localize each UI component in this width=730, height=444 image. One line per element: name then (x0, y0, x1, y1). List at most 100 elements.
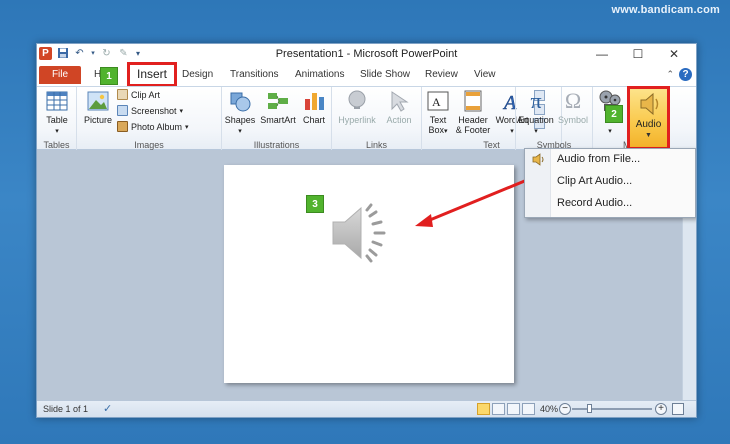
close-button[interactable]: ✕ (656, 44, 692, 65)
ribbon: Table ▾ Tables Picture Clip Art Screensho… (37, 86, 696, 151)
tab-animations[interactable]: Animations (295, 69, 344, 80)
bandicam-watermark: www.bandicam.com (611, 4, 720, 16)
slide-show-view-icon[interactable] (522, 403, 535, 415)
hyperlink-button[interactable]: Hyperlink (334, 89, 380, 125)
action-icon (387, 89, 411, 113)
view-buttons (477, 403, 535, 415)
hyperlink-label: Hyperlink (338, 115, 376, 125)
photo-album-button[interactable]: Photo Album ▾ (117, 121, 189, 132)
annotation-arrow-icon (415, 178, 528, 227)
chart-label: Chart (302, 115, 325, 125)
speaker-small-icon (532, 153, 544, 166)
tab-design[interactable]: Design (182, 69, 213, 80)
shapes-button[interactable]: Shapes ▾ (224, 89, 256, 135)
audio-dropdown-menu: Audio from File... Clip Art Audio... Rec… (524, 148, 696, 218)
photo-album-label: Photo Album (131, 121, 183, 132)
slide-sorter-icon[interactable] (492, 403, 505, 415)
tab-slide-show[interactable]: Slide Show (360, 69, 410, 80)
step-badge-1: 1 (100, 67, 118, 85)
chart-icon (302, 89, 326, 113)
zoom-out-button[interactable]: − (559, 403, 571, 415)
record-audio-item[interactable]: Record Audio... (557, 197, 632, 209)
audio-label: Audio (635, 119, 662, 130)
zoom-in-button[interactable]: + (655, 403, 667, 415)
tab-transitions[interactable]: Transitions (230, 69, 279, 80)
text-box-button[interactable]: A Text Box▾ (424, 89, 452, 135)
help-icon[interactable]: ? (679, 68, 692, 81)
header-footer-label-2: & Footer (455, 125, 491, 135)
group-links: Hyperlink Action Links (332, 87, 422, 151)
step-badge-2: 2 (605, 105, 623, 123)
group-symbols: π Equation ▾ Ω Symbol Symbols (515, 87, 593, 151)
reading-view-icon[interactable] (507, 403, 520, 415)
zoom-slider-thumb[interactable] (587, 404, 592, 413)
smartart-label: SmartArt (260, 115, 296, 125)
window-controls: — ☐ ✕ (584, 44, 692, 65)
slide-counter: Slide 1 of 1 (43, 404, 89, 414)
smartart-button[interactable]: SmartArt (258, 89, 298, 125)
step-badge-3: 3 (306, 195, 324, 213)
zoom-level[interactable]: 40% (540, 404, 558, 414)
group-illustrations: Shapes ▾ SmartArt Chart Illustrations (222, 87, 332, 151)
audio-dropdown-arrow-icon: ▼ (645, 132, 652, 139)
maximize-button[interactable]: ☐ (620, 44, 656, 65)
action-button[interactable]: Action (382, 89, 416, 125)
table-button[interactable]: Table ▾ (43, 89, 71, 135)
group-tables: Table ▾ Tables (37, 87, 77, 151)
photo-album-icon (117, 121, 128, 132)
tab-insert[interactable]: Insert (127, 62, 177, 87)
screenshot-button[interactable]: Screenshot ▾ (117, 105, 183, 116)
table-label: Table (46, 115, 68, 125)
screenshot-label: Screenshot (131, 105, 177, 116)
group-images: Picture Clip Art Screenshot ▾ Photo Album… (77, 87, 222, 151)
pi-icon: π (530, 88, 542, 113)
tab-file[interactable]: File (39, 66, 81, 84)
chart-button[interactable]: Chart (300, 89, 328, 125)
clip-art-icon (117, 89, 128, 100)
symbol-label: Symbol (557, 115, 588, 125)
text-box-label-2: Box (428, 125, 444, 135)
normal-view-icon[interactable] (477, 403, 490, 415)
clip-art-button[interactable]: Clip Art (117, 89, 160, 100)
powerpoint-window: P ↶ ▾ ↻ ✎ ▾ Presentation1 - Microsoft Po… (36, 43, 697, 418)
picture-label: Picture (83, 115, 112, 125)
zoom-slider-track[interactable] (572, 408, 652, 410)
hyperlink-globe-icon (345, 89, 369, 113)
help-area: ⌃ ? (666, 68, 692, 81)
clip-art-label: Clip Art (131, 89, 161, 100)
audio-speaker-icon[interactable] (329, 198, 399, 268)
shapes-icon (228, 89, 252, 113)
minimize-ribbon-icon[interactable]: ⌃ (666, 69, 674, 80)
picture-icon (86, 89, 110, 113)
screenshot-icon (117, 105, 128, 116)
speaker-icon (640, 92, 659, 116)
minimize-button[interactable]: — (584, 44, 620, 65)
group-label-illustrations: Illustrations (253, 140, 300, 150)
tab-view[interactable]: View (474, 69, 496, 80)
shapes-label: Shapes (224, 115, 256, 125)
text-box-label-1: Text (429, 115, 447, 125)
smartart-icon (266, 89, 290, 113)
omega-icon: Ω (564, 88, 582, 113)
text-box-icon: A (426, 89, 450, 113)
clip-art-audio-item[interactable]: Clip Art Audio... (557, 175, 632, 187)
action-label: Action (386, 115, 412, 125)
spell-check-icon[interactable]: ✓ (103, 402, 112, 415)
ribbon-tab-row: File H Insert Design Transitions Animati… (37, 62, 696, 87)
picture-button[interactable]: Picture (81, 89, 115, 125)
group-label-links: Links (365, 140, 387, 150)
equation-label: Equation (518, 115, 554, 125)
svg-text:A: A (432, 95, 441, 109)
group-label-tables: Tables (43, 140, 70, 150)
equation-button[interactable]: π Equation ▾ (518, 88, 554, 136)
audio-button[interactable]: Audio ▼ (627, 86, 670, 150)
status-bar: Slide 1 of 1 ✓ 40% − + (37, 400, 696, 417)
header-footer-label-1: Header (458, 115, 488, 125)
audio-from-file-item[interactable]: Audio from File... (557, 153, 640, 165)
table-icon (45, 89, 69, 113)
header-footer-icon (461, 89, 485, 113)
tab-review[interactable]: Review (425, 69, 458, 80)
symbol-button[interactable]: Ω Symbol (556, 88, 590, 126)
fit-to-window-icon[interactable] (672, 403, 684, 415)
header-footer-button[interactable]: Header & Footer (454, 89, 492, 135)
